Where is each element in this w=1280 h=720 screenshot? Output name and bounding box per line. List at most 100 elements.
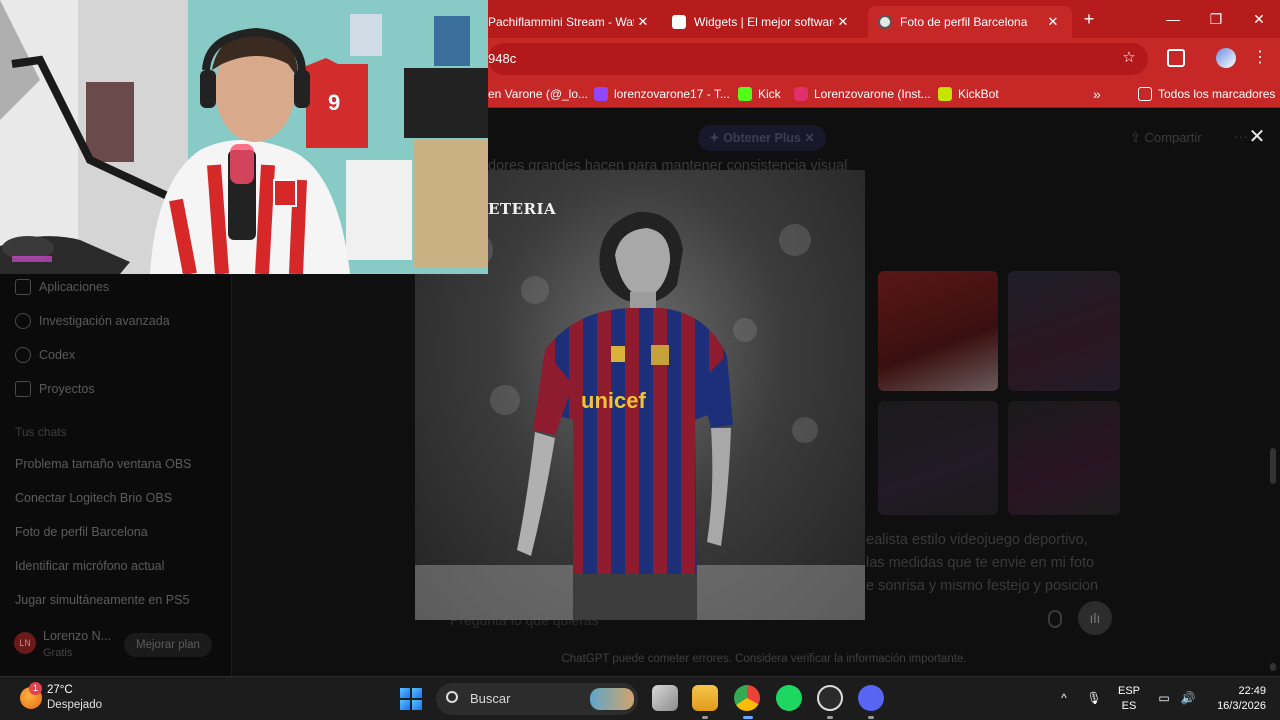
sidebar-item-aplicaciones[interactable]: Aplicaciones bbox=[15, 279, 109, 295]
search-label: Buscar bbox=[470, 691, 511, 706]
clock-date[interactable]: 16/3/2026 bbox=[1206, 700, 1266, 712]
message-text: las medidas que te envie en mi foto bbox=[866, 555, 1095, 571]
bookmark-label: KickBot bbox=[958, 87, 999, 101]
language-bottom[interactable]: ES bbox=[1116, 700, 1142, 712]
network-icon[interactable]: ▭ bbox=[1156, 691, 1172, 705]
sidebar-item-label: Proyectos bbox=[39, 382, 95, 396]
tab-widgets[interactable]: Widgets | El mejor software ✕ bbox=[662, 6, 862, 38]
telescope-icon bbox=[15, 313, 31, 329]
avatar[interactable]: LN bbox=[14, 632, 36, 654]
close-icon[interactable]: ✕ bbox=[834, 14, 852, 30]
taskbar: 1 27°C Despejado Buscar ^ 🎙 ESP ES ▭ 🔊 2… bbox=[0, 676, 1280, 720]
sidebar-item-label: Aplicaciones bbox=[39, 280, 110, 294]
close-icon[interactable]: ✕ bbox=[1044, 14, 1062, 30]
generated-image-thumbnail[interactable] bbox=[878, 271, 998, 391]
show-hidden-icons-button[interactable]: ^ bbox=[1056, 691, 1072, 705]
all-bookmarks-folder[interactable]: Todos los marcadores bbox=[1138, 85, 1275, 103]
task-view-icon[interactable] bbox=[652, 685, 678, 711]
bookmark-label: Kick bbox=[758, 87, 781, 101]
weather-condition[interactable]: Despejado bbox=[47, 699, 102, 711]
taskbar-search[interactable]: Buscar bbox=[436, 683, 638, 715]
tab-title: Pachiflammini Stream - Wat bbox=[488, 15, 634, 29]
scrollbar[interactable] bbox=[1270, 448, 1276, 484]
microphone-icon[interactable] bbox=[1048, 610, 1062, 628]
share-label: Compartir bbox=[1144, 130, 1202, 145]
bookmark-item[interactable]: KickBot bbox=[938, 85, 999, 103]
generated-image-thumbnail[interactable] bbox=[878, 401, 998, 515]
browser-menu-icon[interactable]: ⋮ bbox=[1252, 48, 1268, 70]
user-name[interactable]: Lorenzo N... bbox=[43, 629, 111, 643]
language-top[interactable]: ESP bbox=[1116, 685, 1142, 697]
profile-avatar[interactable] bbox=[1216, 48, 1236, 68]
running-indicator bbox=[827, 716, 833, 719]
windows-logo-icon bbox=[400, 688, 410, 698]
bookmark-item[interactable]: Lorenzovarone (Inst... bbox=[794, 85, 931, 103]
spotify-icon[interactable] bbox=[776, 685, 802, 711]
restore-button[interactable]: ❐ bbox=[1205, 8, 1227, 30]
minimize-button[interactable]: — bbox=[1162, 8, 1184, 30]
obs-icon[interactable] bbox=[817, 685, 843, 711]
share-button[interactable]: ⇪ Compartir bbox=[1130, 130, 1202, 146]
codex-icon bbox=[15, 347, 31, 363]
chat-item[interactable]: Identificar micrófono actual bbox=[15, 559, 164, 573]
extensions-icon[interactable] bbox=[1167, 49, 1185, 67]
twitch-icon bbox=[594, 87, 608, 101]
file-explorer-icon[interactable] bbox=[692, 685, 718, 711]
discord-icon[interactable] bbox=[858, 685, 884, 711]
chat-item[interactable]: Problema tamaño ventana OBS bbox=[15, 457, 192, 471]
tab-foto-de-perfil-barcelona[interactable]: Foto de perfil Barcelona ✕ bbox=[868, 6, 1072, 38]
chat-item[interactable]: Foto de perfil Barcelona bbox=[15, 525, 148, 539]
bookmark-label: en Varone (@_lo... bbox=[488, 87, 589, 101]
sidebar-item-proyectos[interactable]: Proyectos bbox=[15, 381, 95, 397]
kick-icon bbox=[738, 87, 752, 101]
running-indicator bbox=[868, 716, 874, 719]
new-tab-button[interactable]: + bbox=[1078, 8, 1100, 30]
address-bar[interactable]: 948c bbox=[488, 43, 1148, 75]
apps-icon bbox=[15, 279, 31, 295]
shirt-sponsor-text: unicef bbox=[581, 388, 646, 413]
bookmarks-overflow-button[interactable]: » bbox=[1093, 85, 1101, 103]
message-text: e sonrisa y mismo festejo y posicion bbox=[866, 578, 1099, 594]
sidebar-item-investigacion-avanzada[interactable]: Investigación avanzada bbox=[15, 313, 170, 329]
get-plus-button[interactable]: ✦ Obtener Plus ✕ bbox=[698, 125, 826, 151]
search-icon bbox=[446, 691, 458, 703]
kickbot-icon bbox=[938, 87, 952, 101]
instagram-icon bbox=[794, 87, 808, 101]
folder-icon bbox=[15, 381, 31, 397]
running-indicator bbox=[702, 716, 708, 719]
voice-mode-button[interactable]: ılı bbox=[1078, 601, 1112, 635]
bookmark-label: Lorenzovarone (Inst... bbox=[814, 87, 931, 101]
share-icon: ⇪ bbox=[1130, 130, 1145, 145]
webcam-illustration: 9 bbox=[0, 0, 488, 274]
search-highlight-image bbox=[590, 688, 634, 710]
svg-text:9: 9 bbox=[328, 90, 340, 115]
close-icon[interactable]: ✕ bbox=[634, 14, 652, 30]
disclaimer-text: ChatGPT puede cometer errores. Considera… bbox=[561, 653, 967, 665]
bookmark-item[interactable]: lorenzovarone17 - T... bbox=[594, 85, 730, 103]
lightbox-close-button[interactable]: ✕ bbox=[1246, 126, 1268, 148]
window-close-button[interactable]: ✕ bbox=[1248, 8, 1270, 30]
message-text: ealista estilo videojuego deportivo, bbox=[866, 532, 1088, 548]
chat-item[interactable]: Jugar simultáneamente en PS5 bbox=[15, 593, 189, 607]
bookmark-star-icon[interactable]: ☆ bbox=[1120, 48, 1138, 66]
start-button[interactable] bbox=[400, 688, 422, 710]
scrollbar-end[interactable] bbox=[1270, 663, 1276, 671]
chatgpt-favicon-icon bbox=[878, 15, 892, 29]
generated-image-thumbnail[interactable] bbox=[1008, 401, 1120, 515]
chrome-icon[interactable] bbox=[734, 685, 760, 711]
bookmark-item[interactable]: en Varone (@_lo... bbox=[488, 85, 588, 103]
microphone-icon[interactable]: 🎙 bbox=[1086, 691, 1102, 705]
screen: Pachiflammini Stream - Wat ✕ Widgets | E… bbox=[0, 0, 1280, 720]
generated-image-thumbnail[interactable] bbox=[1008, 271, 1120, 391]
bookmark-item[interactable]: Kick bbox=[738, 85, 781, 103]
chat-item[interactable]: Conectar Logitech Brio OBS bbox=[15, 491, 172, 505]
tab-pachiflammini-stream[interactable]: Pachiflammini Stream - Wat ✕ bbox=[478, 6, 662, 38]
tab-title: Widgets | El mejor software bbox=[694, 15, 834, 29]
sidebar-item-codex[interactable]: Codex bbox=[15, 347, 75, 363]
volume-icon[interactable]: 🔊 bbox=[1180, 691, 1196, 705]
clock-time[interactable]: 22:49 bbox=[1206, 685, 1266, 697]
webcam-overlay: 9 bbox=[0, 0, 488, 274]
widgets-favicon-icon bbox=[672, 15, 686, 29]
weather-temperature[interactable]: 27°C bbox=[47, 684, 73, 696]
sidebar-item-label: Codex bbox=[39, 348, 76, 362]
